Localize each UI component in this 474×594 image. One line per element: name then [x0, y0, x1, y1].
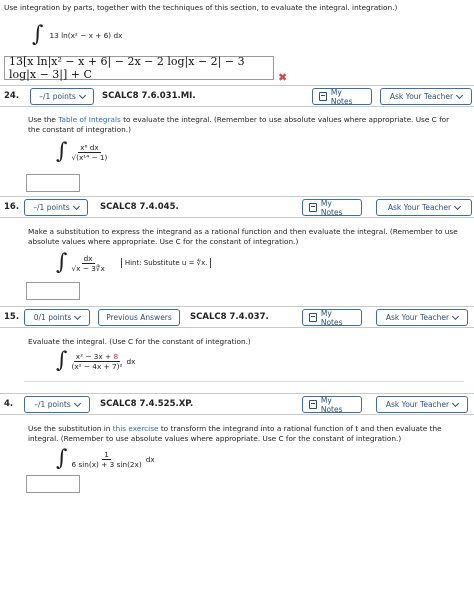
- numerator-text: x² − 3x +: [75, 351, 114, 361]
- table-of-integrals-link[interactable]: Table of Integrals: [58, 115, 121, 124]
- chevron-down-icon: [74, 312, 82, 320]
- points-label: –/1 points: [33, 203, 70, 212]
- points-dropdown[interactable]: 0/1 points: [24, 309, 90, 326]
- answer-input-4[interactable]: [26, 475, 80, 493]
- previous-answers-button[interactable]: Previous Answers: [98, 309, 180, 326]
- previous-question-instruction: Use integration by parts, together with …: [4, 3, 398, 12]
- question-header-15: 15. 0/1 points Previous Answers SCALC8 7…: [0, 306, 474, 328]
- previous-integrand: 13 ln(x² − x + 6) dx: [49, 30, 123, 40]
- chevron-down-icon: [78, 91, 86, 99]
- chevron-down-icon: [73, 399, 81, 407]
- chevron-down-icon: [452, 399, 460, 407]
- points-label: –/1 points: [39, 92, 76, 101]
- integral-15: ∫ x² − 3x + 8 (x² − 4x + 7)² dx: [56, 350, 135, 372]
- note-icon: [319, 92, 327, 101]
- integral-sign: ∫: [56, 139, 68, 164]
- points-dropdown[interactable]: –/1 points: [24, 396, 90, 413]
- points-label: 0/1 points: [33, 313, 72, 322]
- question-header-24: 24. –/1 points SCALC8 7.6.031.MI. My Not…: [0, 85, 474, 107]
- question-code: SCALC8 7.4.525.XP.: [100, 399, 194, 409]
- integral-sign: ∫: [56, 446, 68, 471]
- submitted-answer-field[interactable]: 13[x ln|x² − x + 6| − 2x − 2 log|x − 2| …: [4, 55, 274, 81]
- answer-input-16[interactable]: [26, 282, 80, 300]
- incorrect-x-icon: ✖: [278, 71, 288, 84]
- points-dropdown[interactable]: –/1 points: [30, 88, 94, 105]
- integral-16: ∫ dx √x − 3∜x Hint: Substitute u = ∜x.: [56, 250, 212, 275]
- integral-sign: ∫: [56, 250, 68, 275]
- question-code: SCALC8 7.4.045.: [100, 202, 179, 212]
- my-notes-button[interactable]: My Notes: [312, 87, 372, 106]
- question-prompt-4: Use the substitution in this exercise to…: [28, 424, 458, 444]
- my-notes-label: My Notes: [320, 198, 343, 217]
- question-code: SCALC8 7.6.031.MI.: [102, 91, 196, 101]
- my-notes-label: My Notes: [330, 87, 353, 106]
- answer-field-border: [24, 381, 464, 382]
- integral-sign: ∫: [32, 22, 44, 47]
- numerator-highlight: 8: [113, 351, 119, 361]
- ask-teacher-label: Ask Your Teacher: [389, 92, 454, 101]
- note-icon: [309, 400, 317, 409]
- ask-teacher-label: Ask Your Teacher: [385, 400, 450, 409]
- denominator: (x² − 4x + 7)²: [71, 361, 123, 371]
- chevron-down-icon: [452, 312, 460, 320]
- integrand-fraction: 1 6 sin(x) + 3 sin(2x): [71, 450, 141, 469]
- prompt-text: Use the substitution in: [28, 424, 113, 433]
- integrand-fraction: x² − 3x + 8 (x² − 4x + 7)²: [71, 352, 122, 371]
- this-exercise-link[interactable]: this exercise: [113, 424, 159, 433]
- ask-teacher-button[interactable]: Ask Your Teacher: [376, 309, 468, 326]
- answer-input-24[interactable]: [26, 174, 80, 192]
- chevron-down-icon: [454, 202, 462, 210]
- my-notes-label: My Notes: [320, 308, 343, 327]
- points-label: –/1 points: [34, 400, 71, 409]
- denominator: 6 sin(x) + 3 sin(2x): [71, 459, 142, 469]
- chevron-down-icon: [72, 202, 80, 210]
- question-prompt-16: Make a substitution to express the integ…: [28, 227, 458, 246]
- question-number: 15.: [4, 312, 20, 322]
- ask-teacher-label: Ask Your Teacher: [385, 313, 450, 322]
- question-header-4: 4. –/1 points SCALC8 7.4.525.XP. My Note…: [0, 393, 474, 415]
- hint-box: Hint: Substitute u = ∜x.: [120, 258, 212, 268]
- question-prompt-24: Use the Table of Integrals to evaluate t…: [28, 115, 458, 135]
- my-notes-button[interactable]: My Notes: [302, 198, 362, 217]
- previous-integral: ∫ 13 ln(x² − x + 6) dx: [32, 24, 122, 46]
- note-icon: [309, 313, 317, 322]
- integral-4: ∫ 1 6 sin(x) + 3 sin(2x) dx: [56, 448, 155, 470]
- chevron-down-icon: [456, 91, 464, 99]
- integrand-fraction: dx √x − 3∜x: [71, 254, 104, 273]
- my-notes-button[interactable]: My Notes: [302, 395, 362, 414]
- question-header-16: 16. –/1 points SCALC8 7.4.045. My Notes …: [0, 196, 474, 218]
- denominator: √x − 3∜x: [71, 263, 105, 273]
- my-notes-button[interactable]: My Notes: [302, 308, 362, 327]
- previous-answers-label: Previous Answers: [106, 313, 172, 322]
- integral-sign: ∫: [56, 348, 68, 373]
- note-icon: [309, 203, 317, 212]
- ask-teacher-label: Ask Your Teacher: [387, 203, 452, 212]
- points-dropdown[interactable]: –/1 points: [24, 199, 88, 216]
- dx: dx: [126, 356, 136, 366]
- question-code: SCALC8 7.4.037.: [190, 312, 269, 322]
- numerator: x² − 3x + 8: [73, 351, 121, 362]
- ask-teacher-button[interactable]: Ask Your Teacher: [376, 199, 472, 216]
- question-number: 4.: [4, 399, 14, 409]
- denominator: √(x¹⁴ − 1): [71, 152, 108, 162]
- question-number: 16.: [4, 202, 20, 212]
- my-notes-label: My Notes: [320, 395, 343, 414]
- prompt-text: Use the: [28, 115, 59, 124]
- dx: dx: [145, 454, 155, 464]
- ask-teacher-button[interactable]: Ask Your Teacher: [380, 88, 472, 105]
- ask-teacher-button[interactable]: Ask Your Teacher: [376, 396, 468, 413]
- numerator: x⁶ dx: [78, 142, 101, 153]
- numerator: 1: [102, 449, 111, 460]
- question-number: 24.: [4, 91, 20, 101]
- question-prompt-15: Evaluate the integral. (Use C for the co…: [28, 337, 251, 346]
- integral-24: ∫ x⁶ dx √(x¹⁴ − 1): [56, 141, 107, 163]
- integrand-fraction: x⁶ dx √(x¹⁴ − 1): [71, 143, 107, 162]
- numerator: dx: [81, 253, 95, 264]
